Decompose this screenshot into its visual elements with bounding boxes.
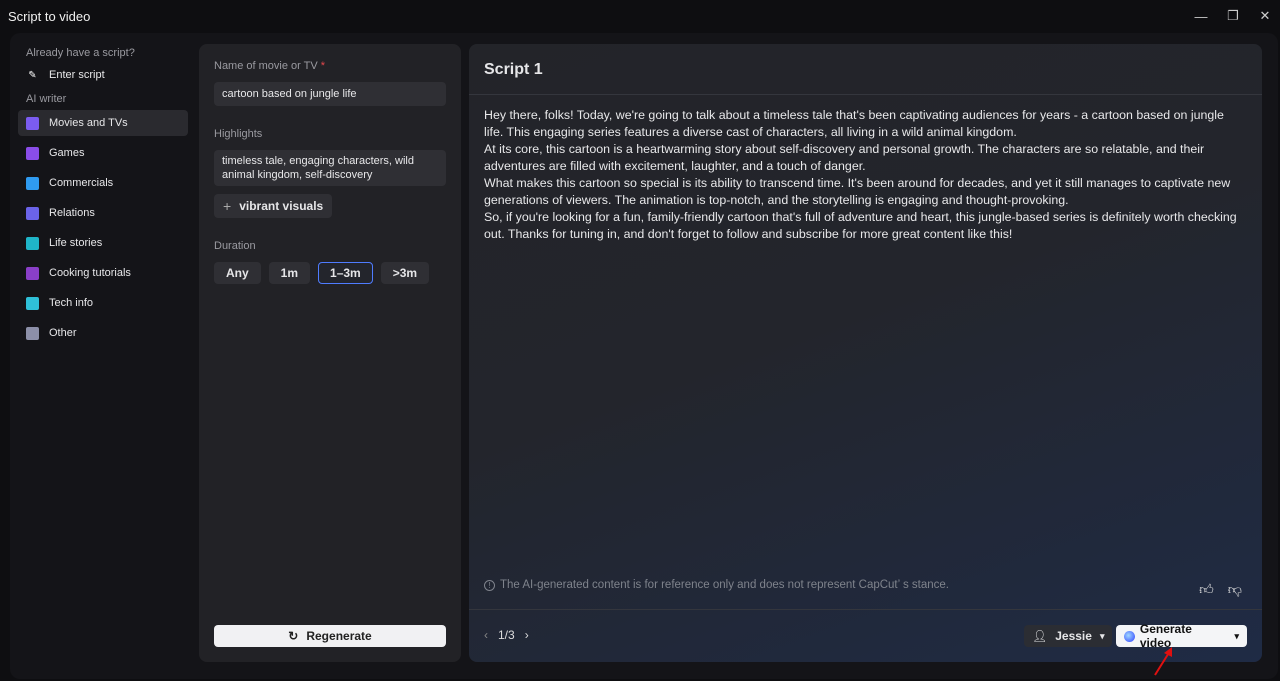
disclaimer: ! The AI-generated content is for referen… (484, 579, 949, 591)
script-paragraph: At its core, this cartoon is a heartwarm… (484, 142, 1205, 173)
duration-label: Duration (214, 240, 256, 252)
item-label: Life stories (49, 237, 103, 249)
name-label: Name of movie or TV * (214, 60, 326, 72)
chevron-down-icon: ▾ (1234, 630, 1239, 641)
thumbs-up-icon[interactable]: 👍︎ (1199, 581, 1214, 598)
people-icon (26, 206, 39, 220)
voice-person-icon: 👤︎ (1032, 629, 1048, 643)
prev-icon[interactable]: ‹ (484, 628, 488, 642)
window-title: Script to video (8, 8, 91, 24)
annotation-arrow-icon (1154, 647, 1172, 676)
billboard-icon (26, 176, 39, 190)
next-icon[interactable]: › (525, 628, 529, 642)
thumbs-down-icon[interactable]: 👎︎ (1228, 581, 1242, 598)
duration-option[interactable]: 1m (268, 262, 311, 284)
rocket-icon (26, 296, 39, 310)
refresh-icon: ↻ (288, 629, 299, 643)
item-label: Games (49, 147, 85, 159)
pager: ‹ 1/3 › (484, 628, 529, 642)
input-panel: Name of movie or TV * cartoon based on j… (199, 44, 461, 662)
script-title: Script 1 (484, 61, 543, 78)
clapper-icon (26, 116, 39, 130)
duration-option[interactable]: >3m (380, 262, 430, 284)
item-label: Tech info (49, 297, 94, 309)
highlights-label: Highlights (214, 128, 263, 140)
voice-select[interactable]: 👤︎ Jessie ▾ (1024, 625, 1113, 647)
duration-option[interactable]: 1–3m (318, 262, 373, 284)
wine-glass-icon (26, 266, 39, 280)
minimize-icon[interactable]: — (1194, 9, 1208, 24)
highlights-input[interactable]: timeless tale, engaging characters, wild… (214, 150, 446, 186)
suggestion-chip[interactable]: + vibrant visuals (214, 194, 333, 218)
person-wave-icon (26, 236, 39, 250)
close-icon[interactable]: ✕ (1258, 8, 1272, 24)
divider (469, 94, 1262, 95)
sidebar-item-tech-info[interactable]: Tech info (18, 290, 188, 316)
item-label: Movies and TVs (49, 117, 128, 129)
maximize-icon[interactable]: ❐ (1226, 8, 1240, 24)
item-label: Enter script (49, 69, 105, 81)
item-label: Cooking tutorials (49, 267, 131, 279)
script-paragraph: What makes this cartoon so special is it… (484, 176, 1231, 207)
script-panel: Script 1 Hey there, folks! Today, we're … (469, 44, 1262, 662)
info-icon: ! (484, 579, 495, 591)
note-icon (26, 326, 39, 340)
chevron-down-icon: ▾ (1099, 630, 1105, 641)
sidebar: Already have a script? ✎ Enter script AI… (18, 44, 188, 350)
sidebar-item-games[interactable]: Games (18, 140, 188, 166)
ai-orb-icon (1124, 630, 1135, 642)
sidebar-item-relations[interactable]: Relations (18, 200, 188, 226)
item-label: Other (49, 327, 77, 339)
section-label: Already have a script? (26, 47, 135, 59)
sidebar-item-cooking-tutorials[interactable]: Cooking tutorials (18, 260, 188, 286)
plus-icon: + (223, 198, 232, 214)
script-text[interactable]: Hey there, folks! Today, we're going to … (484, 107, 1244, 243)
sidebar-item-life-stories[interactable]: Life stories (18, 230, 188, 256)
sidebar-item-commercials[interactable]: Commercials (18, 170, 188, 196)
item-label: Commercials (49, 177, 114, 189)
title-bar: Script to video — ❐ ✕ (0, 0, 1280, 32)
item-label: Relations (49, 207, 95, 219)
script-paragraph: So, if you're looking for a fun, family-… (484, 210, 1237, 241)
enter-script-item[interactable]: ✎ Enter script (18, 62, 188, 88)
script-paragraph: Hey there, folks! Today, we're going to … (484, 108, 1224, 139)
section-label: AI writer (26, 93, 67, 105)
duration-options: Any 1m 1–3m >3m (214, 262, 446, 284)
regenerate-button[interactable]: ↻ Regenerate (214, 625, 446, 647)
divider (469, 609, 1262, 610)
page-indicator: 1/3 (498, 628, 515, 642)
name-input[interactable]: cartoon based on jungle life (214, 82, 446, 106)
gamepad-icon (26, 146, 39, 160)
pencil-icon: ✎ (28, 69, 37, 81)
sidebar-item-movies-and-tvs[interactable]: Movies and TVs (18, 110, 188, 136)
generate-video-button[interactable]: Generate video ▾ (1116, 622, 1247, 650)
duration-option[interactable]: Any (214, 262, 261, 284)
sidebar-item-other[interactable]: Other (18, 320, 188, 346)
